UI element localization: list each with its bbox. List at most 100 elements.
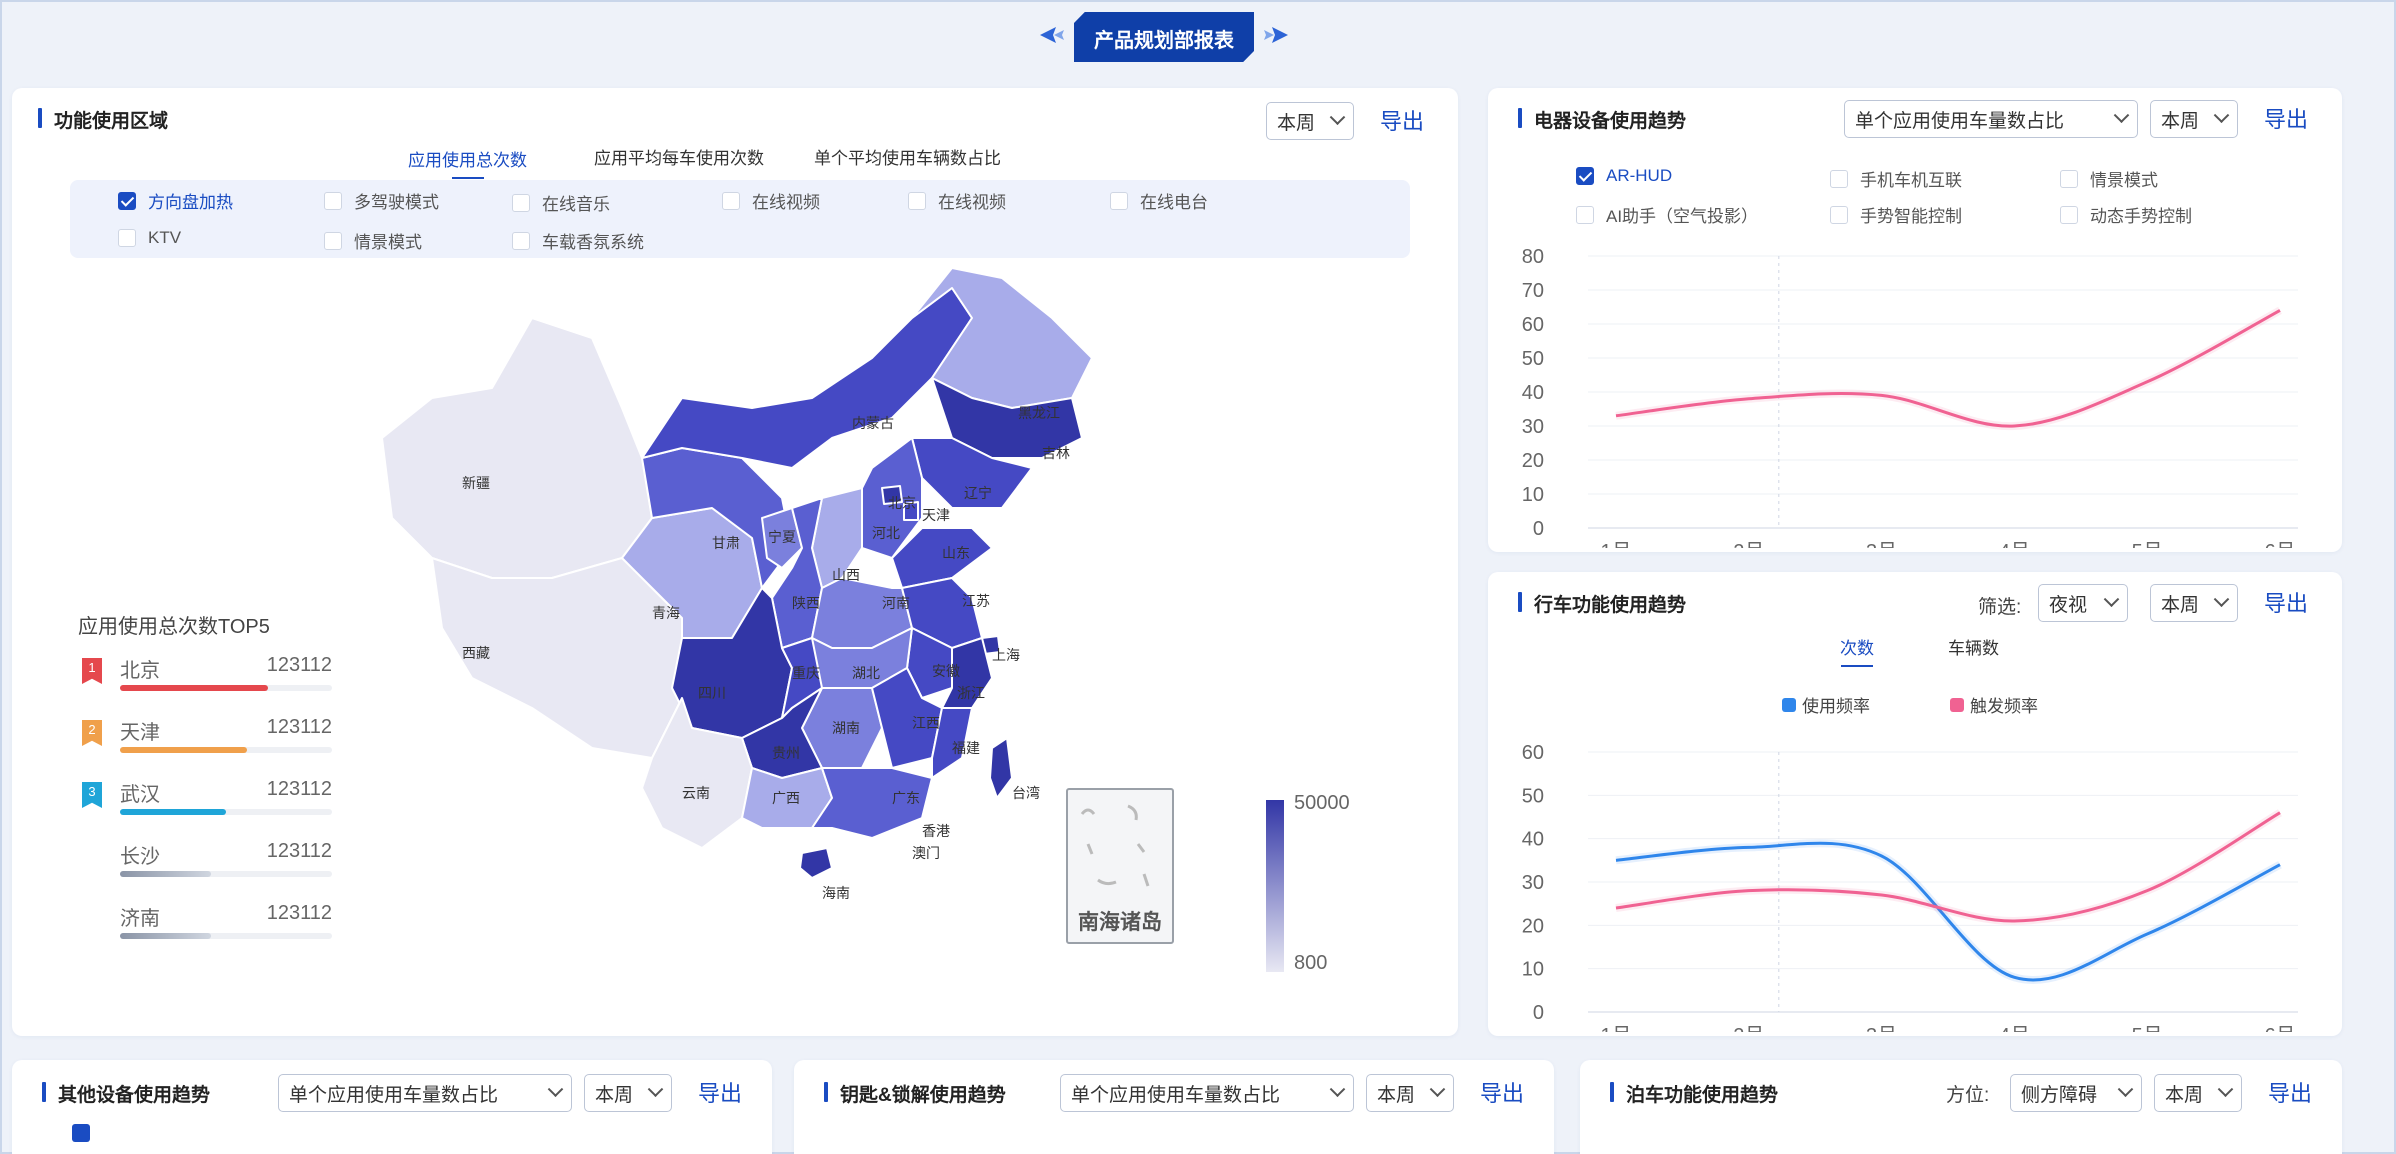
key-unlock-export-button[interactable]: 导出 — [1480, 1076, 1524, 1108]
option-ai-assistant[interactable]: AI助手（空气投影） — [1576, 202, 1758, 227]
parking-panel: 泊车功能使用趋势 方位: 侧方障碍 本周 导出 — [1580, 1060, 2342, 1154]
option-label: KTV — [148, 228, 182, 247]
option-label: 在线电台 — [1140, 193, 1208, 212]
feature-area-period-select[interactable]: 本周 — [1266, 102, 1354, 140]
key-unlock-title: 钥匙&锁解使用趋势 — [824, 1080, 1006, 1107]
map-label: 甘肃 — [712, 535, 740, 551]
rank-flag-icon: 3 — [82, 782, 102, 808]
parking-direction-select[interactable]: 侧方障碍 — [2010, 1074, 2142, 1112]
ranking-bar-track — [120, 685, 332, 691]
chevron-down-icon — [1329, 108, 1346, 125]
ranking-value: 123112 — [266, 716, 332, 738]
series-glow — [1615, 306, 2282, 431]
option-online-video-1[interactable]: 在线视频 — [722, 188, 820, 213]
key-unlock-metric-select[interactable]: 单个应用使用车量数占比 — [1060, 1074, 1354, 1112]
other-devices-metric-value: 单个应用使用车量数占比 — [289, 1084, 499, 1106]
option-phone-link[interactable]: 手机车机互联 — [1830, 166, 1962, 191]
map-label: 河北 — [872, 525, 900, 541]
option-label: AR-HUD — [1606, 166, 1673, 185]
option-ar-hud[interactable]: AR-HUD — [1576, 166, 1672, 186]
appliance-export-button[interactable]: 导出 — [2264, 102, 2308, 134]
ranking-bar-fill — [120, 933, 212, 939]
ranking-row: 济南 123112 — [82, 902, 332, 952]
option-steering-heat[interactable]: 方向盘加热 — [118, 188, 233, 213]
checkbox-icon — [324, 191, 342, 210]
key-unlock-period-select[interactable]: 本周 — [1366, 1074, 1454, 1112]
other-devices-period-select[interactable]: 本周 — [584, 1074, 672, 1112]
option-online-radio[interactable]: 在线电台 — [1110, 188, 1208, 213]
option-multi-drive[interactable]: 多驾驶模式 — [324, 188, 439, 213]
map-label: 西藏 — [462, 645, 490, 661]
parking-direction-value: 侧方障碍 — [2021, 1084, 2098, 1106]
map-region-xinjiang[interactable] — [381, 317, 653, 579]
ranking-bar-track — [120, 747, 332, 753]
map-label: 山西 — [832, 567, 860, 583]
tab-total-usage[interactable]: 应用使用总次数 — [408, 146, 527, 171]
x-tick-label: 2月 — [1733, 541, 1764, 548]
driving-filter-value: 夜视 — [2049, 594, 2088, 616]
feature-area-period-value: 本周 — [1277, 112, 1316, 134]
map-label: 辽宁 — [964, 485, 992, 501]
driving-export-button[interactable]: 导出 — [2264, 586, 2308, 618]
map-label: 新疆 — [462, 475, 490, 491]
x-tick-label: 3月 — [1866, 1025, 1897, 1032]
chevron-down-icon — [647, 1080, 664, 1097]
option-online-video-2[interactable]: 在线视频 — [908, 188, 1006, 213]
ranking-value: 123112 — [266, 902, 332, 924]
map-legend-min: 800 — [1294, 952, 1328, 974]
y-tick-label: 30 — [1522, 872, 1544, 894]
map-label: 云南 — [682, 785, 710, 801]
key-unlock-metric-value: 单个应用使用车量数占比 — [1071, 1084, 1281, 1106]
appliance-period-value: 本周 — [2161, 110, 2200, 132]
tab-count[interactable]: 次数 — [1840, 634, 1874, 659]
map-label: 吉林 — [1042, 445, 1070, 461]
ranking-bar-track — [120, 933, 332, 939]
appliance-period-select[interactable]: 本周 — [2150, 100, 2238, 138]
map-region-hainan[interactable] — [799, 847, 833, 879]
x-tick-label: 2月 — [1733, 1025, 1764, 1032]
option-dynamic-gesture[interactable]: 动态手势控制 — [2060, 202, 2192, 227]
checkbox-icon — [512, 193, 530, 212]
y-tick-label: 10 — [1522, 959, 1544, 981]
option-label: 在线音乐 — [542, 195, 610, 214]
x-tick-label: 6月 — [2264, 1025, 2295, 1032]
checkbox-icon — [908, 191, 926, 210]
parking-period-select[interactable]: 本周 — [2154, 1074, 2242, 1112]
option-ktv[interactable]: KTV — [118, 228, 181, 248]
map-label: 黑龙江 — [1018, 405, 1060, 421]
option-scene-mode[interactable]: 情景模式 — [324, 228, 422, 253]
option-fragrance[interactable]: 车载香氛系统 — [512, 228, 644, 253]
parking-export-button[interactable]: 导出 — [2268, 1076, 2312, 1108]
x-tick-label: 4月 — [1999, 1025, 2030, 1032]
map-label: 江西 — [912, 715, 940, 731]
chevron-down-icon — [2113, 106, 2130, 123]
y-tick-label: 60 — [1522, 314, 1544, 336]
x-tick-label: 3月 — [1866, 541, 1897, 548]
driving-period-select[interactable]: 本周 — [2150, 584, 2238, 622]
ranking-city: 天津 — [120, 722, 160, 744]
ranking-bar-track — [120, 871, 332, 877]
checkbox-icon — [1830, 169, 1848, 188]
other-devices-export-button[interactable]: 导出 — [698, 1076, 742, 1108]
tab-avg-vehicle-ratio[interactable]: 单个平均使用车辆数占比 — [814, 144, 1001, 169]
map-label: 福建 — [952, 740, 980, 756]
x-tick-label: 6月 — [2264, 541, 2295, 548]
other-devices-metric-select[interactable]: 单个应用使用车量数占比 — [278, 1074, 572, 1112]
tab-avg-per-vehicle[interactable]: 应用平均每车使用次数 — [594, 144, 764, 169]
feature-area-panel: 功能使用区域 本周 导出 应用使用总次数 应用平均每车使用次数 单个平均使用车辆… — [12, 88, 1458, 1036]
option-scene-mode-2[interactable]: 情景模式 — [2060, 166, 2158, 191]
chevron-down-icon — [2103, 590, 2120, 607]
feature-area-export-button[interactable]: 导出 — [1380, 104, 1424, 136]
other-devices-option-checkbox[interactable] — [72, 1124, 90, 1142]
option-label: 情景模式 — [2090, 171, 2158, 190]
checkbox-icon — [1830, 205, 1848, 224]
map-region-taiwan[interactable] — [989, 737, 1013, 799]
option-label: 手机车机互联 — [1860, 171, 1962, 190]
y-tick-label: 60 — [1522, 742, 1544, 764]
tab-vehicles[interactable]: 车辆数 — [1948, 634, 1999, 659]
checkbox-icon — [1576, 205, 1594, 224]
driving-filter-select[interactable]: 夜视 — [2038, 584, 2128, 622]
option-online-music[interactable]: 在线音乐 — [512, 190, 610, 215]
appliance-metric-select[interactable]: 单个应用使用车量数占比 — [1844, 100, 2138, 138]
option-gesture-control[interactable]: 手势智能控制 — [1830, 202, 1962, 227]
